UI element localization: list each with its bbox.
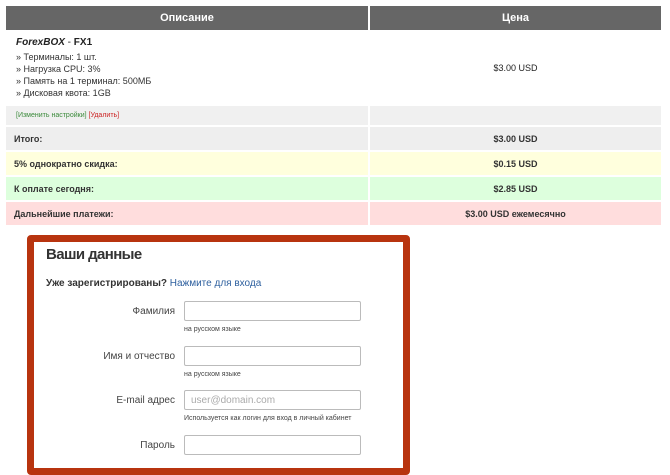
discount-row: 5% однократно скидка: $0.15 USD <box>6 152 661 175</box>
customer-details-panel: Ваши данные Уже зарегистрированы? Нажмит… <box>27 235 410 475</box>
lastname-hint: на русском языке <box>184 326 241 333</box>
total-label: Итого: <box>6 127 368 150</box>
firstname-label: Имя и отчество <box>103 351 175 362</box>
column-header-price: Цена <box>370 6 661 30</box>
email-hint: Используется как логин для вход в личный… <box>184 415 352 422</box>
recurring-value: $3.00 USD ежемесячно <box>370 202 661 225</box>
spec-disk: » Дисковая квота: 1GB <box>16 88 111 98</box>
discount-value: $0.15 USD <box>370 152 661 175</box>
delete-link[interactable]: [Удалить] <box>89 112 120 119</box>
product-title: ForexBOX - FX1 <box>16 37 358 48</box>
email-label: E-mail адрес <box>116 395 175 406</box>
discount-label: 5% однократно скидка: <box>6 152 368 175</box>
spec-memory: » Память на 1 терминал: 500МБ <box>16 76 152 86</box>
edit-config-link[interactable]: [Изменить настройки] <box>16 112 87 119</box>
column-header-description: Описание <box>6 6 368 30</box>
lastname-input[interactable] <box>184 301 361 321</box>
login-link[interactable]: Нажмите для входа <box>170 278 262 289</box>
spec-cpu: » Нагрузка CPU: 3% <box>16 64 101 74</box>
product-actions-spacer <box>370 106 661 125</box>
due-today-row: К оплате сегодня: $2.85 USD <box>6 177 661 200</box>
recurring-row: Дальнейшие платежи: $3.00 USD ежемесячно <box>6 202 661 225</box>
lastname-label: Фамилия <box>132 306 175 317</box>
password-input[interactable] <box>184 435 361 455</box>
login-prompt-text: Уже зарегистрированы? <box>46 278 167 289</box>
product-description: ForexBOX - FX1 » Терминалы: 1 шт. » Нагр… <box>6 32 368 104</box>
due-today-value: $2.85 USD <box>370 177 661 200</box>
spec-terminals: » Терминалы: 1 шт. <box>16 52 97 62</box>
firstname-input[interactable] <box>184 346 361 366</box>
password-label: Пароль <box>140 440 175 451</box>
product-title-separator: - <box>64 37 74 48</box>
email-input[interactable] <box>184 390 361 410</box>
total-value: $3.00 USD <box>370 127 661 150</box>
due-today-label: К оплате сегодня: <box>6 177 368 200</box>
product-price: $3.00 USD <box>370 32 661 104</box>
product-actions-row: [Изменить настройки] [Удалить] <box>6 106 661 125</box>
product-row: ForexBOX - FX1 » Терминалы: 1 шт. » Нагр… <box>6 32 661 104</box>
cart-table: Описание Цена ForexBOX - FX1 » Терминалы… <box>4 4 663 227</box>
product-brand: ForexBOX <box>16 37 65 48</box>
cart-header-row: Описание Цена <box>6 6 661 30</box>
panel-title: Ваши данные <box>46 246 142 263</box>
recurring-label: Дальнейшие платежи: <box>6 202 368 225</box>
product-actions: [Изменить настройки] [Удалить] <box>6 106 368 125</box>
product-model: FX1 <box>73 37 93 48</box>
login-prompt: Уже зарегистрированы? Нажмите для входа <box>46 278 261 289</box>
firstname-hint: на русском языке <box>184 371 241 378</box>
total-row: Итого: $3.00 USD <box>6 127 661 150</box>
